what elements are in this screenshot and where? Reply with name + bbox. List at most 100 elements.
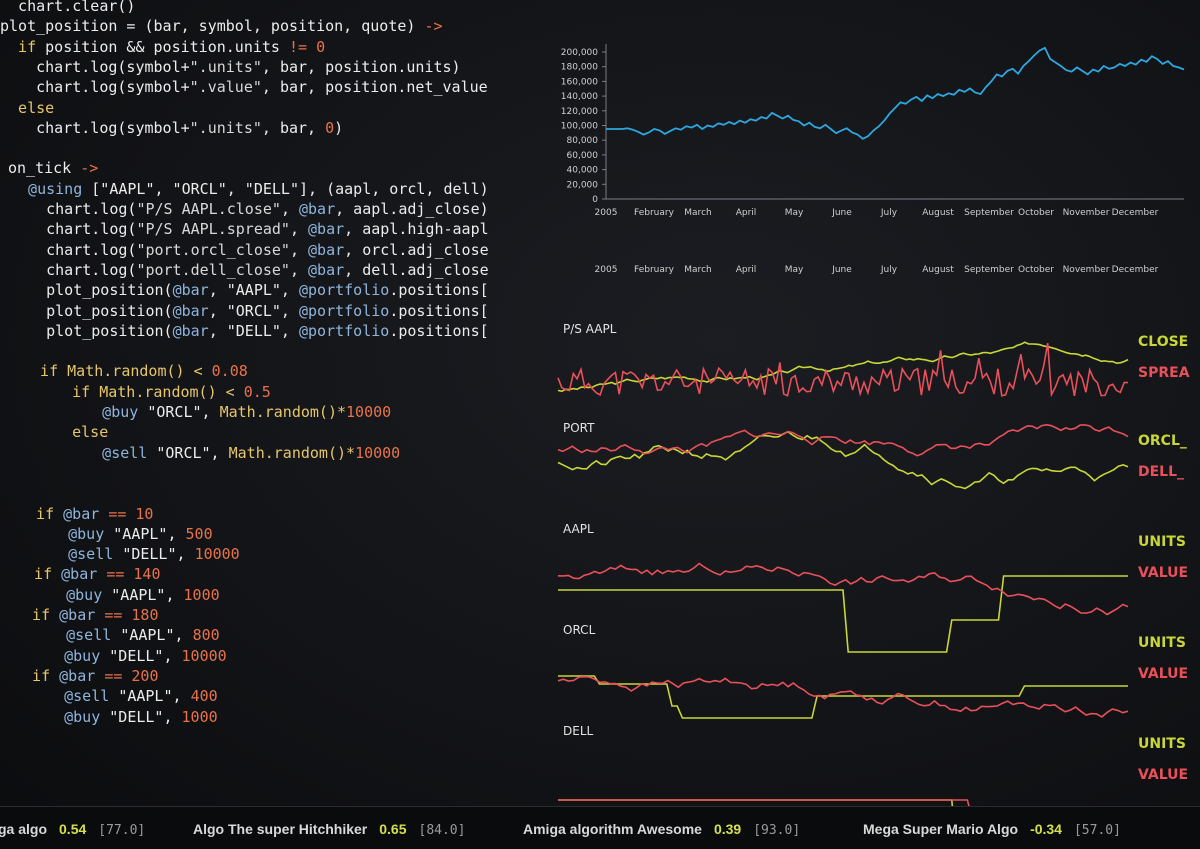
algo-percent: [57.0]: [1073, 823, 1121, 838]
x-tick-label: May: [785, 208, 804, 218]
code-token: == 200: [104, 666, 159, 685]
code-token: ,: [289, 220, 309, 239]
code-token: @buy: [48, 403, 148, 421]
code-line: chart.log(symbol+".units", bar, 0): [0, 118, 343, 138]
code-token: @buy: [30, 585, 112, 604]
code-token: ->: [424, 17, 443, 36]
code-token: 0: [325, 118, 335, 137]
code-token: "AAPL",: [111, 585, 184, 604]
code-line: chart.log(symbol+".value", bar, position…: [0, 77, 488, 97]
panel-label: P/S AAPL: [563, 322, 617, 336]
code-token: 1000: [183, 585, 220, 604]
code-token: "P/S AAPL.spread": [136, 220, 290, 239]
x-tick-label: 2005: [595, 265, 618, 275]
x-tick-label: December: [1112, 265, 1159, 275]
code-token: else: [0, 98, 55, 117]
code-token: , dell.adj_close): [344, 260, 490, 279]
algo-score: 0.65: [379, 821, 407, 837]
orcl-units-line: [558, 675, 1128, 719]
close-line: [557, 341, 1129, 393]
legend-label-bottom: VALUE: [1138, 767, 1188, 783]
code-line: @using ["AAPL", "ORCL", "DELL"], (aapl, …: [10, 179, 489, 199]
code-token: chart.log(: [10, 260, 137, 279]
code-token: "AAPL",: [120, 626, 193, 645]
month-axis-secondary: 2005 February March April May June July August S…: [595, 265, 1159, 275]
algo-entry[interactable]: ga algo 0.54 [77.0]: [0, 821, 145, 838]
y-tick-label: 60,000: [567, 151, 599, 161]
algo-entry[interactable]: Algo The super Hitchhiker 0.65 [84.0]: [193, 821, 465, 838]
x-tick-label: July: [880, 208, 898, 218]
code-token: 400: [190, 687, 218, 706]
code-token: @bar: [308, 260, 345, 279]
main-chart: 200,000 180,000 160,000 140,000 120,000 100,0…: [561, 44, 1185, 218]
aapl-value-line: [557, 562, 1129, 616]
code-token: plot_position(: [10, 301, 173, 320]
code-token: .positions[": [389, 281, 490, 300]
code-line: chart.log("port.dell_close", @bar, dell.…: [10, 260, 490, 280]
code-token: @buy: [28, 646, 110, 665]
code-token: @bar: [63, 504, 109, 523]
y-tick-label: 160,000: [561, 77, 598, 87]
code-line: @buy "AAPL", 500: [32, 524, 213, 544]
code-line: chart.log("P/S AAPL.spread", @bar, aapl.…: [10, 219, 490, 239]
code-line: @buy "DELL", 1000: [28, 707, 218, 727]
code-token: ,: [280, 200, 299, 218]
x-tick-label: February: [634, 208, 675, 218]
code-token: "port.orcl_close": [136, 240, 290, 259]
algo-score: 0.54: [59, 821, 87, 837]
code-token: == 10: [108, 504, 154, 523]
code-token: , "ORCL",: [208, 301, 299, 320]
code-line: if position && position.units != 0: [0, 37, 325, 57]
algo-entry[interactable]: Mega Super Mario Algo -0.34 [57.0]: [863, 821, 1121, 838]
code-token: @buy: [32, 524, 114, 543]
code-token: @bar: [308, 220, 345, 239]
code-token: 10000: [194, 545, 240, 564]
algo-entry[interactable]: Amiga algorithm Awesome 0.39 [93.0]: [523, 821, 800, 838]
dell-close-line: [557, 423, 1129, 457]
legend-label-top: UNITS: [1138, 736, 1186, 752]
code-token: 1000: [181, 707, 218, 726]
code-line: plot_position = (bar, symbol, position, …: [0, 16, 443, 36]
code-token: "P/S AAPL.close": [136, 200, 281, 218]
code-token: .positions[": [389, 321, 490, 340]
orcl-value-line: [557, 675, 1129, 718]
code-token: Math.random() <: [67, 362, 212, 381]
code-token: 10000: [355, 443, 401, 462]
x-tick-label: 2005: [595, 208, 618, 218]
x-tick-label: May: [785, 265, 804, 275]
code-token: 0.5: [243, 382, 271, 401]
code-token: "AAPL",: [118, 687, 191, 706]
x-tick-label: November: [1063, 208, 1110, 218]
code-token: , "DELL",: [208, 321, 299, 340]
code-token: "ORCL",: [147, 403, 220, 421]
panel-label: ORCL: [563, 623, 596, 637]
x-tick-label: July: [880, 265, 898, 275]
code-token: @using: [10, 179, 92, 198]
code-token: if: [14, 606, 60, 624]
algo-name: Amiga algorithm Awesome: [523, 821, 702, 837]
code-line: else: [0, 98, 54, 118]
portfolio-line: [606, 46, 1185, 140]
code-token: plot_position = (bar, symbol, position, …: [0, 17, 425, 36]
code-line: if @bar == 10: [18, 504, 153, 524]
code-token: "DELL",: [109, 707, 182, 726]
algo-percent: [77.0]: [98, 823, 146, 838]
code-token: == 140: [106, 565, 161, 584]
code-line: if @bar == 180: [14, 605, 159, 625]
code-editor[interactable]: chart.clear() plot_position = (bar, symbo…: [0, 0, 490, 800]
code-token: chart.log(symbol+: [0, 57, 190, 76]
code-token: , aapl.high-aapl.: [344, 220, 490, 239]
algo-name: ga algo: [0, 821, 48, 837]
legend-label-bottom: VALUE: [1138, 666, 1188, 682]
x-tick-label: September: [964, 265, 1014, 275]
code-line: chart.log("port.orcl_close", @bar, orcl.…: [10, 240, 490, 260]
code-token: @bar: [172, 281, 209, 300]
y-tick-label: 80,000: [567, 136, 599, 146]
panel-label: DELL: [563, 724, 594, 738]
code-token: @sell: [30, 626, 121, 645]
code-token: @bar: [59, 606, 105, 624]
code-token: if: [36, 382, 100, 401]
y-tick-label: 40,000: [567, 166, 599, 176]
algo-name: Mega Super Mario Algo: [863, 821, 1019, 837]
code-token: == 180: [104, 606, 159, 624]
